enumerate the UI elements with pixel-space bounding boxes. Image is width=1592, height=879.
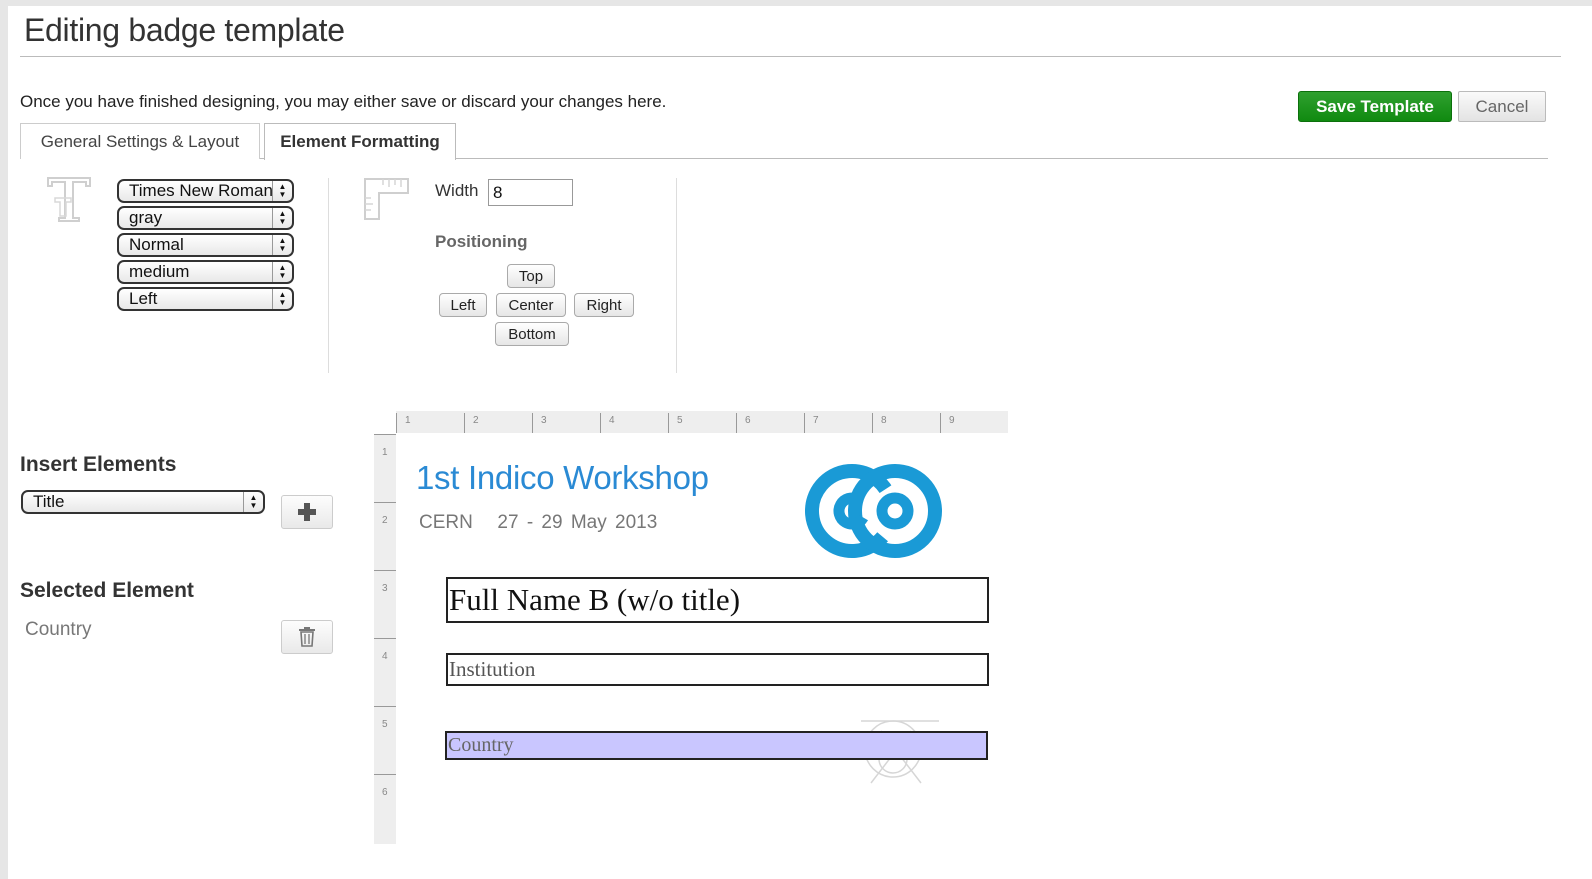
ruler-tick: 1 [382, 447, 388, 458]
font-style-select[interactable]: Normal ▲ ▼ [117, 233, 294, 257]
tab-general-settings[interactable]: General Settings & Layout [20, 123, 260, 159]
cancel-button[interactable]: Cancel [1458, 91, 1546, 122]
indico-logo [804, 461, 946, 561]
save-template-button[interactable]: Save Template [1298, 91, 1452, 122]
ruler-tick: 3 [541, 415, 547, 426]
ruler-tick: 5 [677, 415, 683, 426]
event-title: 1st Indico Workshop [416, 459, 709, 496]
ruler-tick: 6 [745, 415, 751, 426]
selected-element-heading: Selected Element [20, 579, 194, 602]
select-arrows-icon: ▲ ▼ [272, 235, 292, 255]
select-arrows-icon: ▲ ▼ [272, 262, 292, 282]
trash-icon [299, 627, 315, 647]
position-top-button[interactable]: Top [507, 264, 555, 288]
title-divider [20, 56, 1561, 57]
ruler-tick: 9 [949, 415, 955, 426]
tab-element-formatting[interactable]: Element Formatting [264, 123, 456, 160]
panel-divider [676, 178, 677, 373]
color-select[interactable]: gray ▲ ▼ [117, 206, 294, 230]
delete-element-button[interactable] [281, 620, 333, 654]
insert-elements-heading: Insert Elements [20, 453, 177, 476]
width-input[interactable] [488, 179, 573, 206]
selected-element-name: Country [25, 619, 92, 640]
event-location: CERN [419, 512, 473, 533]
select-arrows-icon: ▲ ▼ [243, 492, 263, 512]
position-center-button[interactable]: Center [496, 293, 566, 317]
font-family-select[interactable]: Times New Roman ▲ ▼ [117, 179, 294, 203]
width-label: Width [435, 181, 479, 200]
ruler-tick: 3 [382, 583, 388, 594]
badge-field-country-selected[interactable]: Country [445, 731, 988, 760]
ruler-tick: 4 [382, 651, 388, 662]
ruler-tick: 8 [881, 415, 887, 426]
ruler-tick: 2 [473, 415, 479, 426]
intro-text: Once you have finished designing, you ma… [20, 92, 667, 111]
text-format-icon [44, 174, 94, 224]
ruler-tick: 4 [609, 415, 615, 426]
positioning-label: Positioning [435, 232, 528, 251]
position-bottom-button[interactable]: Bottom [495, 322, 569, 346]
select-arrows-icon: ▲ ▼ [272, 181, 292, 201]
badge-field-institution[interactable]: Institution [446, 653, 989, 686]
ruler-tick: 7 [813, 415, 819, 426]
alignment-select[interactable]: Left ▲ ▼ [117, 287, 294, 311]
ruler-tick: 5 [382, 719, 388, 730]
ruler-tick: 1 [405, 415, 411, 426]
panel-divider [328, 178, 329, 373]
badge-field-full-name[interactable]: Full Name B (w/o title) [446, 577, 989, 623]
ruler-vertical: 1 2 3 4 5 6 [374, 434, 396, 844]
select-arrows-icon: ▲ ▼ [272, 289, 292, 309]
badge-editor-page: Editing badge template Once you have fin… [8, 6, 1592, 879]
ruler-tick: 6 [382, 787, 388, 798]
ruler-icon [362, 176, 412, 222]
plus-icon [298, 503, 316, 521]
position-right-button[interactable]: Right [574, 293, 634, 317]
select-arrows-icon: ▲ ▼ [272, 208, 292, 228]
element-type-select[interactable]: Title ▲ ▼ [21, 490, 265, 514]
event-dates: 27 - 29 May 2013 [497, 512, 658, 533]
badge-canvas[interactable]: 1st Indico Workshop CERN 27 - 29 May 201… [396, 433, 1008, 845]
ruler-tick: 2 [382, 515, 388, 526]
page-title: Editing badge template [24, 12, 345, 48]
font-size-select[interactable]: medium ▲ ▼ [117, 260, 294, 284]
add-element-button[interactable] [281, 495, 333, 529]
ruler-horizontal: 1 2 3 4 5 6 7 8 9 [396, 411, 1008, 433]
position-left-button[interactable]: Left [439, 293, 487, 317]
event-subtitle: CERN 27 - 29 May 2013 [419, 512, 657, 534]
